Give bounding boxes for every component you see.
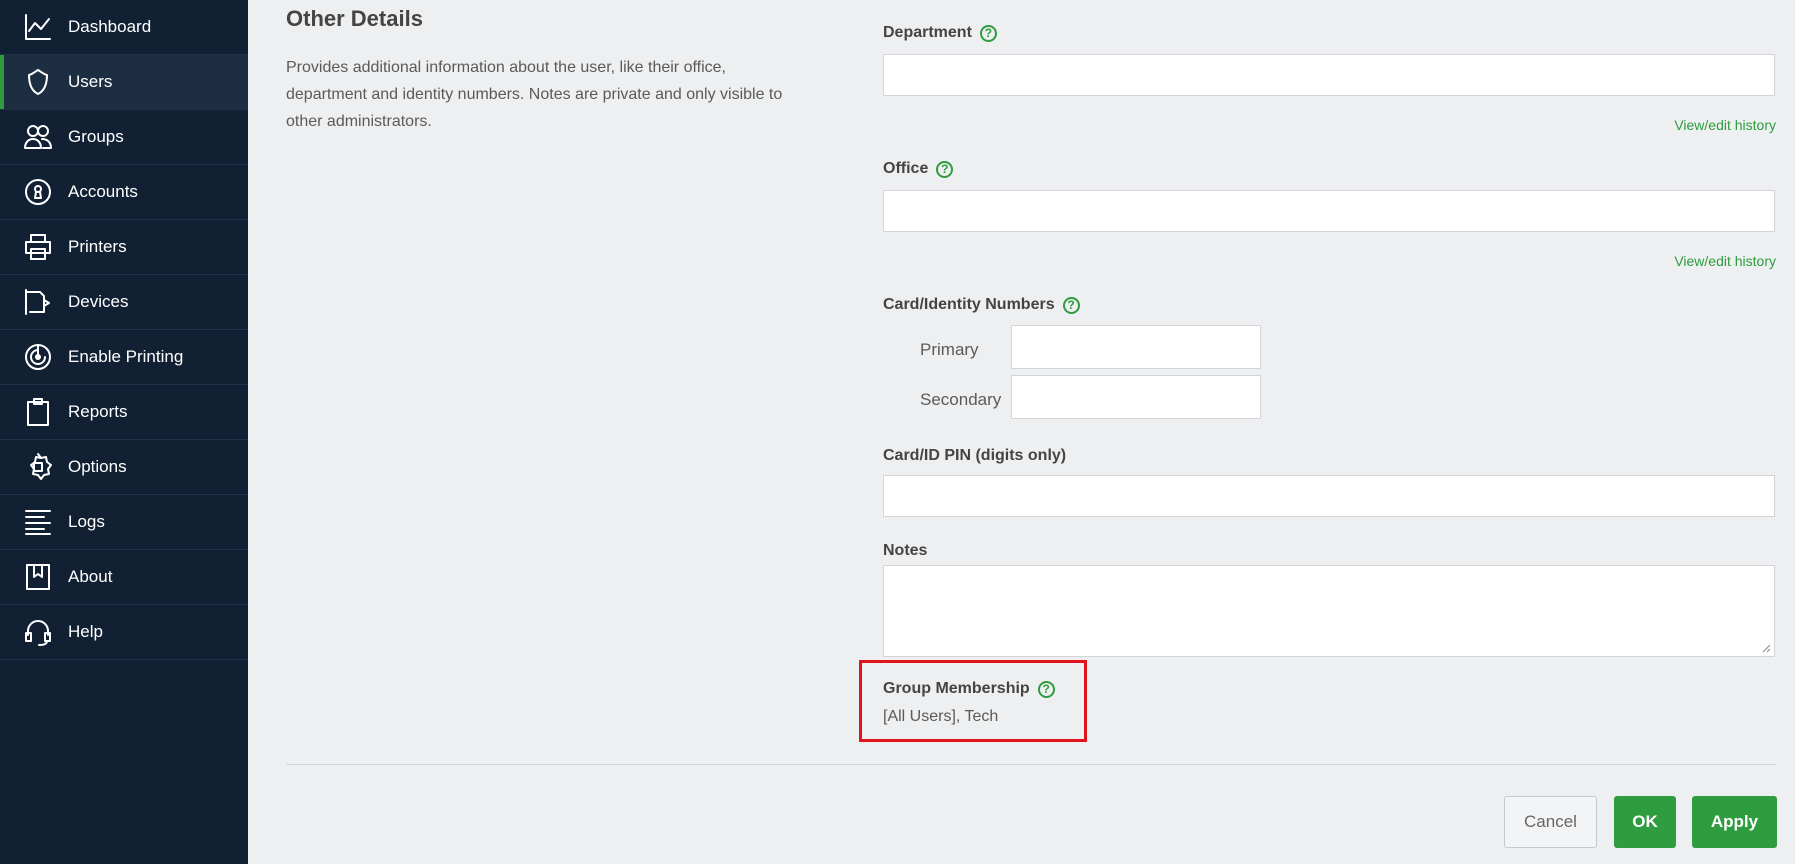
gear-icon: [22, 451, 54, 483]
sidebar-item-label: Devices: [68, 292, 129, 311]
notes-label: Notes: [883, 542, 927, 560]
keyhole-icon: [22, 176, 54, 208]
ok-button[interactable]: OK: [1614, 796, 1676, 848]
sidebar-item-dashboard[interactable]: Dashboard: [0, 0, 248, 55]
sidebar-item-help[interactable]: Help: [0, 605, 248, 660]
secondary-card-input[interactable]: [1011, 375, 1261, 419]
sidebar-item-label: Reports: [68, 402, 128, 421]
sidebar-item-label: Dashboard: [68, 17, 152, 36]
sidebar-item-accounts[interactable]: Accounts: [0, 165, 248, 220]
help-icon[interactable]: ?: [1062, 296, 1080, 314]
card-pin-label: Card/ID PIN (digits only): [883, 447, 1066, 465]
target-icon: [22, 341, 54, 373]
help-icon[interactable]: ?: [1037, 680, 1055, 698]
sidebar-item-label: Accounts: [68, 182, 138, 201]
primary-label: Primary: [920, 340, 979, 359]
cancel-button[interactable]: Cancel: [1504, 796, 1597, 848]
section-title: Other Details: [286, 6, 423, 31]
department-label: Department ?: [883, 24, 997, 42]
help-icon[interactable]: ?: [936, 160, 954, 178]
sidebar-item-users[interactable]: Users: [0, 55, 248, 110]
printer-icon: [22, 231, 54, 263]
sidebar-item-label: Enable Printing: [68, 347, 184, 366]
sidebar-item-label: Users: [68, 72, 113, 91]
office-label-text: Office: [883, 160, 929, 177]
sidebar-item-options[interactable]: Options: [0, 440, 248, 495]
notes-label-text: Notes: [883, 542, 928, 559]
secondary-label: Secondary: [920, 390, 1002, 409]
chart-line-icon: [22, 11, 54, 43]
sidebar-item-label: Help: [68, 622, 103, 641]
card-numbers-label-text: Card/Identity Numbers: [883, 296, 1055, 313]
group-membership-value: [All Users], Tech: [883, 708, 999, 725]
notes-textarea[interactable]: [883, 565, 1775, 657]
department-input[interactable]: [883, 54, 1775, 96]
lines-icon: [22, 506, 54, 538]
department-label-text: Department: [883, 24, 972, 41]
office-history-link[interactable]: View/edit history: [1674, 253, 1776, 269]
sidebar-item-printers[interactable]: Printers: [0, 220, 248, 275]
card-pin-label-text: Card/ID PIN (digits only): [883, 447, 1067, 464]
bookmark-icon: [22, 561, 54, 593]
divider: [286, 764, 1776, 765]
office-input[interactable]: [883, 190, 1775, 232]
apply-button[interactable]: Apply: [1692, 796, 1777, 848]
resize-grip-icon[interactable]: [1761, 643, 1771, 653]
help-icon[interactable]: ?: [979, 24, 997, 42]
sidebar-item-devices[interactable]: Devices: [0, 275, 248, 330]
card-pin-input[interactable]: [883, 475, 1775, 517]
section-description: Provides additional information about th…: [286, 59, 783, 130]
office-label: Office ?: [883, 160, 954, 178]
clipboard-icon: [22, 396, 54, 428]
sidebar-item-about[interactable]: About: [0, 550, 248, 605]
users-group-icon: [22, 121, 54, 153]
sidebar-item-label: Printers: [68, 237, 127, 256]
sidebar: Dashboard Users Groups Accounts Printers…: [0, 0, 248, 864]
sidebar-item-label: About: [68, 567, 113, 586]
sidebar-item-label: Logs: [68, 512, 105, 531]
sidebar-item-label: Options: [68, 457, 127, 476]
group-membership-label: Group Membership ?: [883, 680, 1055, 698]
department-history-link[interactable]: View/edit history: [1674, 117, 1776, 133]
sidebar-item-reports[interactable]: Reports: [0, 385, 248, 440]
user-shield-icon: [22, 66, 54, 98]
primary-card-input[interactable]: [1011, 325, 1261, 369]
headset-icon: [22, 616, 54, 648]
card-numbers-label: Card/Identity Numbers ?: [883, 296, 1080, 314]
sidebar-item-groups[interactable]: Groups: [0, 110, 248, 165]
sidebar-item-enable-printing[interactable]: Enable Printing: [0, 330, 248, 385]
group-membership-label-text: Group Membership: [883, 680, 1030, 697]
sidebar-item-logs[interactable]: Logs: [0, 495, 248, 550]
sidebar-item-label: Groups: [68, 127, 124, 146]
highlight-box: [859, 660, 1087, 742]
device-icon: [22, 286, 54, 318]
